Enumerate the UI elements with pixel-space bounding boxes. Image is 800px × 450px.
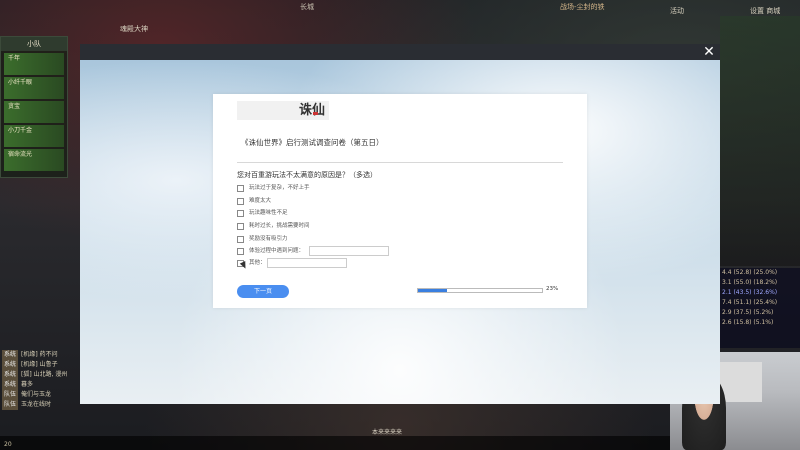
chat-text: [机缘] 药不问	[21, 351, 58, 358]
chat-channel-tag: 队伍	[2, 400, 19, 410]
option-label: 玩法过于复杂，不好上手	[249, 185, 310, 191]
next-page-button[interactable]: 下一页	[237, 285, 289, 298]
chat-text: 俺们与玉龙	[21, 391, 52, 398]
party-member[interactable]: 小纤千眼	[4, 77, 64, 99]
skill-bar-label: 本来来来来	[372, 429, 403, 436]
checkbox[interactable]	[237, 235, 244, 243]
chat-channel-tag: 系统	[2, 380, 19, 390]
close-icon[interactable]: ✕	[700, 44, 718, 60]
player-level: 20	[4, 441, 12, 448]
party-panel: 小队 千年 小纤千眼 贪宝 小刀千金 宿命流光	[0, 36, 68, 178]
survey-title: 《诛仙世界》启行测试调查问卷（第五日）	[241, 138, 384, 147]
zone-name: 长城	[300, 3, 314, 11]
option-checkbox[interactable]: 奖励没有吸引力	[237, 234, 288, 244]
stats-row: 3.1 (55.0) (18.2%)	[722, 279, 778, 286]
party-member[interactable]: 千年	[4, 53, 64, 75]
quest-panel	[720, 16, 800, 266]
chat-text: [机缘] 山鲁子	[21, 361, 58, 368]
checkbox[interactable]	[237, 184, 244, 192]
other-text-input[interactable]	[267, 258, 347, 268]
checkbox[interactable]	[237, 222, 244, 230]
chat-text: 玉龙在线时	[21, 401, 52, 408]
problem-text-input[interactable]	[309, 246, 389, 256]
party-member[interactable]: 宿命流光	[4, 149, 64, 171]
checkbox[interactable]	[237, 197, 244, 205]
survey-card: 诛仙 《诛仙世界》启行测试调查问卷（第五日） 您对百重游玩法不太满意的原因是？（…	[213, 94, 587, 308]
divider	[237, 162, 563, 163]
chat-text: [狐] 山北路, 漫州	[21, 371, 68, 378]
option-label: 难度太大	[249, 198, 272, 204]
game-logo: 诛仙	[237, 101, 329, 120]
logo-mark: 诛仙	[299, 103, 326, 118]
logo-seal	[313, 112, 318, 115]
damage-stats-panel: 4.4 (52.8) (25.0%) 3.1 (55.0) (18.2%) 2.…	[720, 268, 800, 348]
option-checkbox[interactable]: 玩法趣味性不足	[237, 208, 288, 218]
stats-row: 7.4 (51.1) (25.4%)	[722, 299, 778, 306]
option-label: 奖励没有吸引力	[249, 236, 288, 242]
checkbox[interactable]	[237, 209, 244, 217]
progress-bar	[417, 288, 543, 293]
stats-row: 2.1 (43.5) (32.6%)	[722, 289, 778, 296]
chat-channel-tag: 系统	[2, 370, 19, 380]
option-label: 玩法趣味性不足	[249, 210, 288, 216]
quest-tracker-title: 战场-尘封的铁	[560, 3, 605, 11]
activity-button[interactable]: 活动	[670, 6, 684, 16]
stats-row: 4.4 (52.8) (25.0%)	[722, 269, 778, 276]
npc-label: 魂殿大神	[120, 25, 148, 33]
question-text: 您对百重游玩法不太满意的原因是？（多选）	[237, 171, 377, 179]
party-member[interactable]: 贪宝	[4, 101, 64, 123]
option-checkbox[interactable]: 耗时过长，挑战需要时间	[237, 221, 310, 231]
party-title: 小队	[1, 37, 67, 51]
party-member[interactable]: 小刀千金	[4, 125, 64, 147]
chat-channel-tag: 队伍	[2, 390, 19, 400]
option-label: 体验过程中遇到问题：	[249, 248, 305, 254]
progress-fill	[418, 289, 447, 292]
progress-percent: 23%	[546, 286, 559, 292]
chat-channel-tag: 系统	[2, 360, 19, 370]
settings-shop-button[interactable]: 设置 商城	[750, 6, 780, 16]
option-label: 其他：	[249, 260, 266, 266]
chat-text: 暮多	[21, 381, 34, 388]
option-checkbox[interactable]: 难度太大	[237, 196, 271, 206]
option-label: 耗时过长，挑战需要时间	[249, 223, 310, 229]
stats-row: 2.6 (15.8) (5.1%)	[722, 319, 774, 326]
option-checkbox[interactable]: 玩法过于复杂，不好上手	[237, 183, 310, 193]
checkbox[interactable]	[237, 247, 244, 255]
stats-row: 2.9 (37.5) (5.2%)	[722, 309, 774, 316]
chat-channel-tag: 系统	[2, 350, 19, 360]
option-checkbox[interactable]: 体验过程中遇到问题：	[237, 246, 304, 256]
